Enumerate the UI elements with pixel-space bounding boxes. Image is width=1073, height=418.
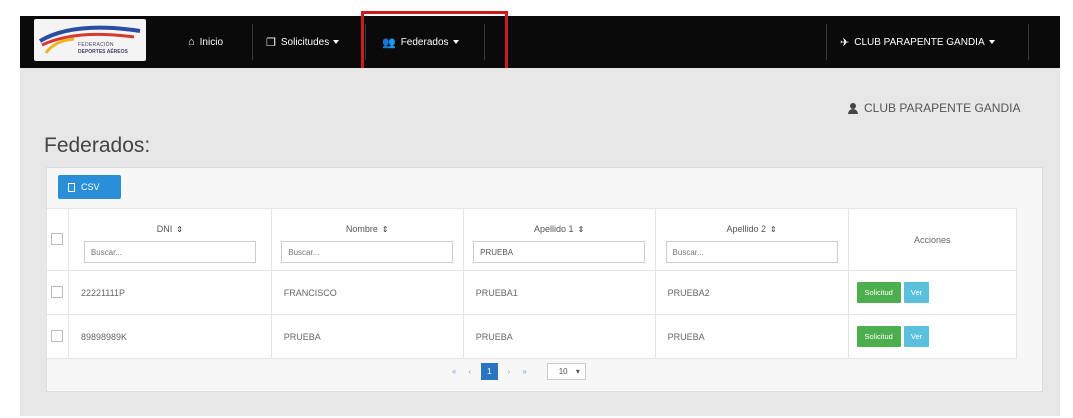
nav-divider bbox=[365, 24, 366, 60]
nav-item-solicitudes[interactable]: ❐ Solicitudes bbox=[266, 16, 340, 68]
current-club: CLUB PARAPENTE GANDIA bbox=[848, 101, 1020, 115]
cell-apellido1: PRUEBA bbox=[462, 314, 656, 359]
cell-dni: 89898989K bbox=[67, 314, 272, 359]
club-menu-label: CLUB PARAPENTE GANDIA bbox=[854, 36, 985, 48]
filter-dni-input[interactable] bbox=[83, 241, 256, 263]
current-club-label: CLUB PARAPENTE GANDIA bbox=[864, 101, 1021, 115]
cell-nombre: FRANCISCO bbox=[270, 270, 464, 315]
row-select-cell bbox=[46, 314, 69, 359]
page-number-current[interactable]: 1 bbox=[481, 362, 498, 380]
cell-nombre: PRUEBA bbox=[270, 314, 464, 359]
home-icon: ⌂ bbox=[188, 36, 195, 48]
sort-apellido1[interactable]: Apellido 1 ⇕ bbox=[464, 224, 655, 234]
paper-plane-icon: ✈ bbox=[840, 36, 850, 49]
nav-divider bbox=[252, 24, 253, 60]
ver-button[interactable]: Ver bbox=[903, 282, 930, 303]
pagination: « ‹ 1 › » 10 ▾ bbox=[446, 360, 592, 382]
users-icon: 👥 bbox=[382, 36, 396, 49]
sort-dni[interactable]: DNI ⇕ bbox=[69, 224, 271, 234]
cell-actions: Solicitud Ver bbox=[847, 270, 1017, 315]
federation-logo[interactable]: FEDERACIÓN DEPORTES AÉREOS bbox=[34, 19, 146, 61]
sort-apellido2[interactable]: Apellido 2 ⇕ bbox=[656, 224, 848, 234]
file-icon bbox=[68, 182, 75, 192]
nav-divider bbox=[484, 24, 485, 60]
row-checkbox[interactable] bbox=[51, 329, 64, 342]
cell-apellido2: PRUEBA bbox=[654, 314, 849, 359]
next-page-button[interactable]: › bbox=[508, 367, 511, 376]
chevron-down-icon bbox=[452, 40, 459, 44]
select-all-checkbox[interactable] bbox=[51, 232, 64, 245]
sort-icon: ⇕ bbox=[176, 225, 183, 234]
prev-page-button[interactable]: ‹ bbox=[468, 367, 471, 376]
sort-icon: ⇕ bbox=[769, 225, 777, 234]
table-row: 89898989K PRUEBA PRUEBA PRUEBA Solicitud… bbox=[46, 314, 1017, 359]
club-menu[interactable]: ✈ CLUB PARAPENTE GANDIA bbox=[840, 16, 995, 68]
sort-icon: ⇕ bbox=[381, 225, 389, 234]
nav-item-inicio-label: Inicio bbox=[199, 36, 224, 48]
solicitud-button[interactable]: Solicitud bbox=[856, 282, 901, 303]
nav-item-solicitudes-label: Solicitudes bbox=[280, 36, 330, 48]
page-title: Federados: bbox=[44, 134, 151, 157]
column-header-apellido2: Apellido 2 ⇕ bbox=[654, 208, 849, 271]
nav-divider bbox=[826, 24, 827, 60]
nav-item-federados[interactable]: 👥 Federados bbox=[382, 16, 459, 68]
table-row: 22221111P FRANCISCO PRUEBA1 PRUEBA2 Soli… bbox=[46, 270, 1017, 315]
column-header-nombre: Nombre ⇕ bbox=[270, 208, 464, 271]
filter-nombre-input[interactable] bbox=[281, 241, 454, 263]
logo-text-line2: DEPORTES AÉREOS bbox=[78, 49, 128, 55]
column-label: Acciones bbox=[913, 234, 951, 245]
column-label: Nombre bbox=[345, 224, 378, 234]
page-size-select[interactable]: 10 ▾ bbox=[546, 362, 586, 380]
nav-item-federados-label: Federados bbox=[400, 36, 449, 48]
top-navbar: FEDERACIÓN DEPORTES AÉREOS ⌂ Inicio ❐ So… bbox=[20, 16, 1060, 68]
column-header-apellido1: Apellido 1 ⇕ bbox=[462, 208, 656, 271]
sort-icon: ⇕ bbox=[577, 225, 585, 234]
table-header-row: DNI⇕ Nombre⇕ Apellido 1⇕ Apellido 2⇕ Acc… bbox=[46, 208, 1017, 271]
column-header-acciones: Acciones bbox=[847, 208, 1017, 271]
files-icon: ❐ bbox=[266, 36, 276, 49]
csv-button-label: CSV bbox=[81, 182, 100, 192]
nav-item-inicio[interactable]: ⌂ Inicio bbox=[188, 16, 223, 68]
row-checkbox[interactable] bbox=[51, 285, 64, 298]
chevron-down-icon bbox=[988, 40, 995, 44]
nav-divider bbox=[1028, 24, 1029, 60]
logo-text-line1: FEDERACIÓN bbox=[78, 42, 114, 48]
federados-table: DNI⇕ Nombre⇕ Apellido 1⇕ Apellido 2⇕ Acc… bbox=[46, 208, 1017, 359]
chevron-down-icon bbox=[333, 40, 340, 44]
first-page-button[interactable]: « bbox=[452, 367, 456, 376]
cell-dni: 22221111P bbox=[67, 270, 272, 315]
column-header-dni: DNI ⇕ bbox=[67, 208, 272, 271]
page-size-value: 10 bbox=[558, 366, 568, 376]
column-label: Apellido 1 bbox=[534, 224, 574, 234]
row-select-cell bbox=[46, 270, 69, 315]
cell-actions: Solicitud Ver bbox=[847, 314, 1017, 359]
column-label: Apellido 2 bbox=[726, 224, 766, 234]
column-label: DNI bbox=[156, 224, 173, 234]
cell-apellido2: PRUEBA2 bbox=[654, 270, 849, 315]
last-page-button[interactable]: » bbox=[522, 367, 526, 376]
cell-apellido1: PRUEBA1 bbox=[462, 270, 656, 315]
sort-nombre[interactable]: Nombre ⇕ bbox=[272, 224, 463, 234]
filter-apellido2-input[interactable] bbox=[665, 241, 838, 263]
select-all-cell bbox=[46, 208, 69, 271]
csv-export-button[interactable]: CSV bbox=[58, 175, 121, 199]
user-icon bbox=[848, 102, 858, 114]
filter-apellido1-input[interactable] bbox=[473, 241, 646, 263]
solicitud-button[interactable]: Solicitud bbox=[856, 326, 901, 347]
ver-button[interactable]: Ver bbox=[903, 326, 930, 347]
